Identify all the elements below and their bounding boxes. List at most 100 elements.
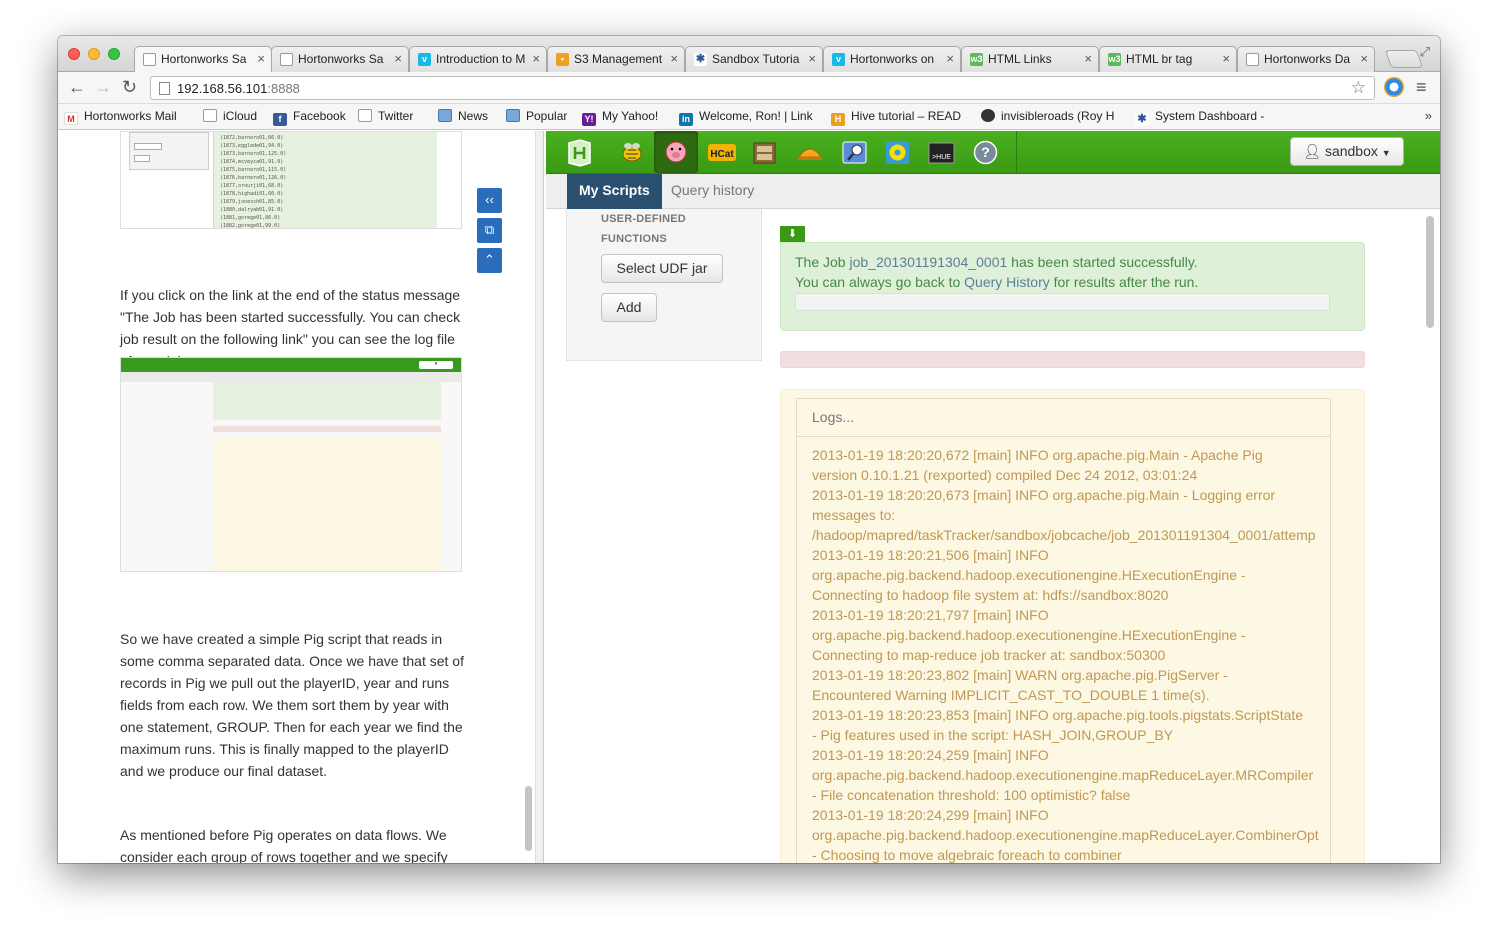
bookmark-star-icon[interactable]: ☆	[1351, 78, 1366, 98]
back-arrow-icon[interactable]: ←	[68, 77, 86, 98]
select-udf-jar-button[interactable]: Select UDF jar	[601, 254, 723, 283]
browser-tab[interactable]: w3 HTML br tag ×	[1099, 46, 1237, 72]
chrome-menu-icon[interactable]: ≡	[1416, 77, 1427, 98]
thumbnail-line: (1878,highadi01,60.0)	[220, 191, 284, 197]
bookmark-label: Twitter	[378, 109, 414, 123]
linkedin-icon: in	[679, 113, 693, 126]
caret-down-icon: ▼	[1381, 148, 1391, 158]
hue-shell-icon[interactable]: >HUE	[926, 137, 957, 168]
doc-icon	[1246, 53, 1259, 66]
bookmark-item[interactable]: H Hive tutorial – READ	[831, 109, 961, 126]
file-browser-icon[interactable]	[749, 137, 780, 168]
close-tab-icon[interactable]: ×	[946, 51, 954, 66]
browser-tab[interactable]: ✱ Sandbox Tutoria ×	[685, 46, 823, 72]
log-line: Encountered Warning IMPLICIT_CAST_TO_DOU…	[812, 687, 1210, 703]
popout-window-icon[interactable]: ⧉	[477, 218, 502, 243]
screenshot-thumbnail-logs[interactable]: ▾	[120, 357, 462, 572]
close-tab-icon[interactable]: ×	[394, 51, 402, 66]
browser-tab[interactable]: ▪ S3 Management ×	[547, 46, 685, 72]
job-id-link[interactable]: job_201301191304_0001	[849, 254, 1007, 270]
minimize-window-button[interactable]	[88, 48, 100, 60]
add-udf-button[interactable]: Add	[601, 293, 657, 322]
thumbnail-line: (1872,barnero01,66.0)	[220, 135, 284, 141]
log-line: 2013-01-19 18:20:21,506 [main] INFO	[812, 547, 1049, 563]
screenshot-thumbnail-results[interactable]: (1872,barnero01,66.0) (1873,egglede01,94.…	[120, 131, 462, 229]
bookmark-item[interactable]: M Hortonworks Mail	[64, 109, 177, 125]
download-icon[interactable]: ⬇	[780, 226, 805, 242]
tab-strip: Hortonworks Sa × Hortonworks Sa × v Introduct…	[58, 36, 1440, 73]
doc-icon	[203, 109, 217, 122]
log-line: 2013-01-19 18:20:20,673 [main] INFO org.…	[812, 487, 1276, 503]
close-tab-icon[interactable]: ×	[1084, 51, 1092, 66]
browser-tab[interactable]: w3 HTML Links ×	[961, 46, 1099, 72]
bookmark-item[interactable]: News	[438, 109, 488, 123]
browser-tab[interactable]: Hortonworks Sa ×	[134, 46, 272, 73]
bookmark-label: invisibleroads (Roy H	[1001, 109, 1115, 123]
folder-icon	[438, 109, 452, 122]
zoom-window-button[interactable]	[108, 48, 120, 60]
thumbnail-line: (1882,gorege01,99.0)	[220, 223, 281, 229]
bookmarks-overflow-button[interactable]: »	[1425, 108, 1432, 123]
folder-icon	[506, 109, 520, 122]
close-window-button[interactable]	[68, 48, 80, 60]
hcatalog-icon[interactable]: HCat	[706, 137, 737, 168]
bookmark-item[interactable]: Twitter	[358, 109, 413, 123]
bookmark-item[interactable]: ✱ System Dashboard -	[1135, 109, 1264, 126]
log-line: 2013-01-19 18:20:24,299 [main] INFO	[812, 807, 1049, 823]
log-line: Connecting to map-reduce job tracker at:…	[812, 647, 1166, 663]
tab-my-scripts[interactable]: My Scripts	[567, 174, 662, 209]
tab-label: Introduction to M	[436, 52, 526, 66]
tutorial-scrollbar[interactable]	[525, 786, 532, 851]
bookmark-item[interactable]: f Facebook	[273, 109, 346, 126]
tab-label: S3 Management	[574, 52, 663, 66]
reload-icon[interactable]: ↻	[122, 77, 137, 98]
help-icon[interactable]: ?	[970, 137, 1001, 168]
thumbnail-line: (1874,mcveyca01,91.0)	[220, 159, 284, 165]
hue-icon: ✱	[1135, 113, 1149, 126]
collapse-left-icon[interactable]: ‹‹	[477, 188, 502, 213]
fullscreen-icon[interactable]: ⤢	[1420, 44, 1430, 60]
browser-tab[interactable]: Hortonworks Sa ×	[271, 46, 409, 72]
address-bar[interactable]: 192.168.56.101:8888 ☆	[150, 76, 1375, 100]
bookmark-item[interactable]: invisibleroads (Roy H	[981, 109, 1114, 123]
bookmark-item[interactable]: in Welcome, Ron! | Link	[679, 109, 813, 126]
pig-icon[interactable]	[654, 131, 698, 173]
job-status-line-1: The Job job_201301191304_0001 has been s…	[795, 254, 1198, 270]
close-tab-icon[interactable]: ×	[532, 51, 540, 66]
close-tab-icon[interactable]: ×	[257, 51, 265, 66]
browser-tab[interactable]: Hortonworks Da ×	[1237, 46, 1375, 72]
log-line: org.apache.pig.backend.hadoop.executione…	[812, 627, 1246, 643]
close-tab-icon[interactable]: ×	[670, 51, 678, 66]
close-tab-icon[interactable]: ×	[1360, 51, 1368, 66]
job-progress-bar	[795, 293, 1330, 311]
hue-scrollbar[interactable]	[1426, 216, 1434, 328]
aws-icon: ▪	[556, 53, 569, 66]
bookmark-item[interactable]: Popular	[506, 109, 567, 123]
user-menu-button[interactable]: 👤︎ sandbox ▼	[1290, 137, 1404, 166]
log-line: - File concatenation threshold: 100 opti…	[812, 787, 1131, 803]
job-browser-icon[interactable]	[839, 137, 870, 168]
job-designer-icon[interactable]	[794, 137, 825, 168]
log-line: - Choosing to move algebraic foreach to …	[812, 847, 1122, 863]
beeswax-icon[interactable]	[616, 137, 647, 168]
vimeo-icon: v	[832, 53, 845, 66]
close-tab-icon[interactable]: ×	[1222, 51, 1230, 66]
forward-arrow-icon[interactable]: →	[94, 77, 112, 98]
scroll-top-icon[interactable]: ⌃	[477, 248, 502, 273]
user-label: sandbox	[1324, 143, 1378, 159]
query-history-link[interactable]: Query History	[964, 274, 1050, 290]
bookmark-item[interactable]: Y! My Yahoo!	[582, 109, 658, 126]
pane-divider[interactable]	[536, 131, 544, 863]
tab-label: Sandbox Tutoria	[712, 52, 800, 66]
browser-tab[interactable]: v Hortonworks on ×	[823, 46, 961, 72]
close-tab-icon[interactable]: ×	[808, 51, 816, 66]
browser-tab[interactable]: v Introduction to M ×	[409, 46, 547, 72]
new-tab-button[interactable]	[1384, 50, 1424, 68]
oozie-icon[interactable]	[882, 137, 913, 168]
extension-icon[interactable]	[1384, 77, 1404, 97]
github-icon	[981, 109, 995, 122]
tab-query-history[interactable]: Query history	[659, 174, 766, 209]
hue-home-icon[interactable]	[564, 137, 595, 168]
bookmark-item[interactable]: iCloud	[203, 109, 257, 123]
doc-icon	[143, 53, 156, 66]
